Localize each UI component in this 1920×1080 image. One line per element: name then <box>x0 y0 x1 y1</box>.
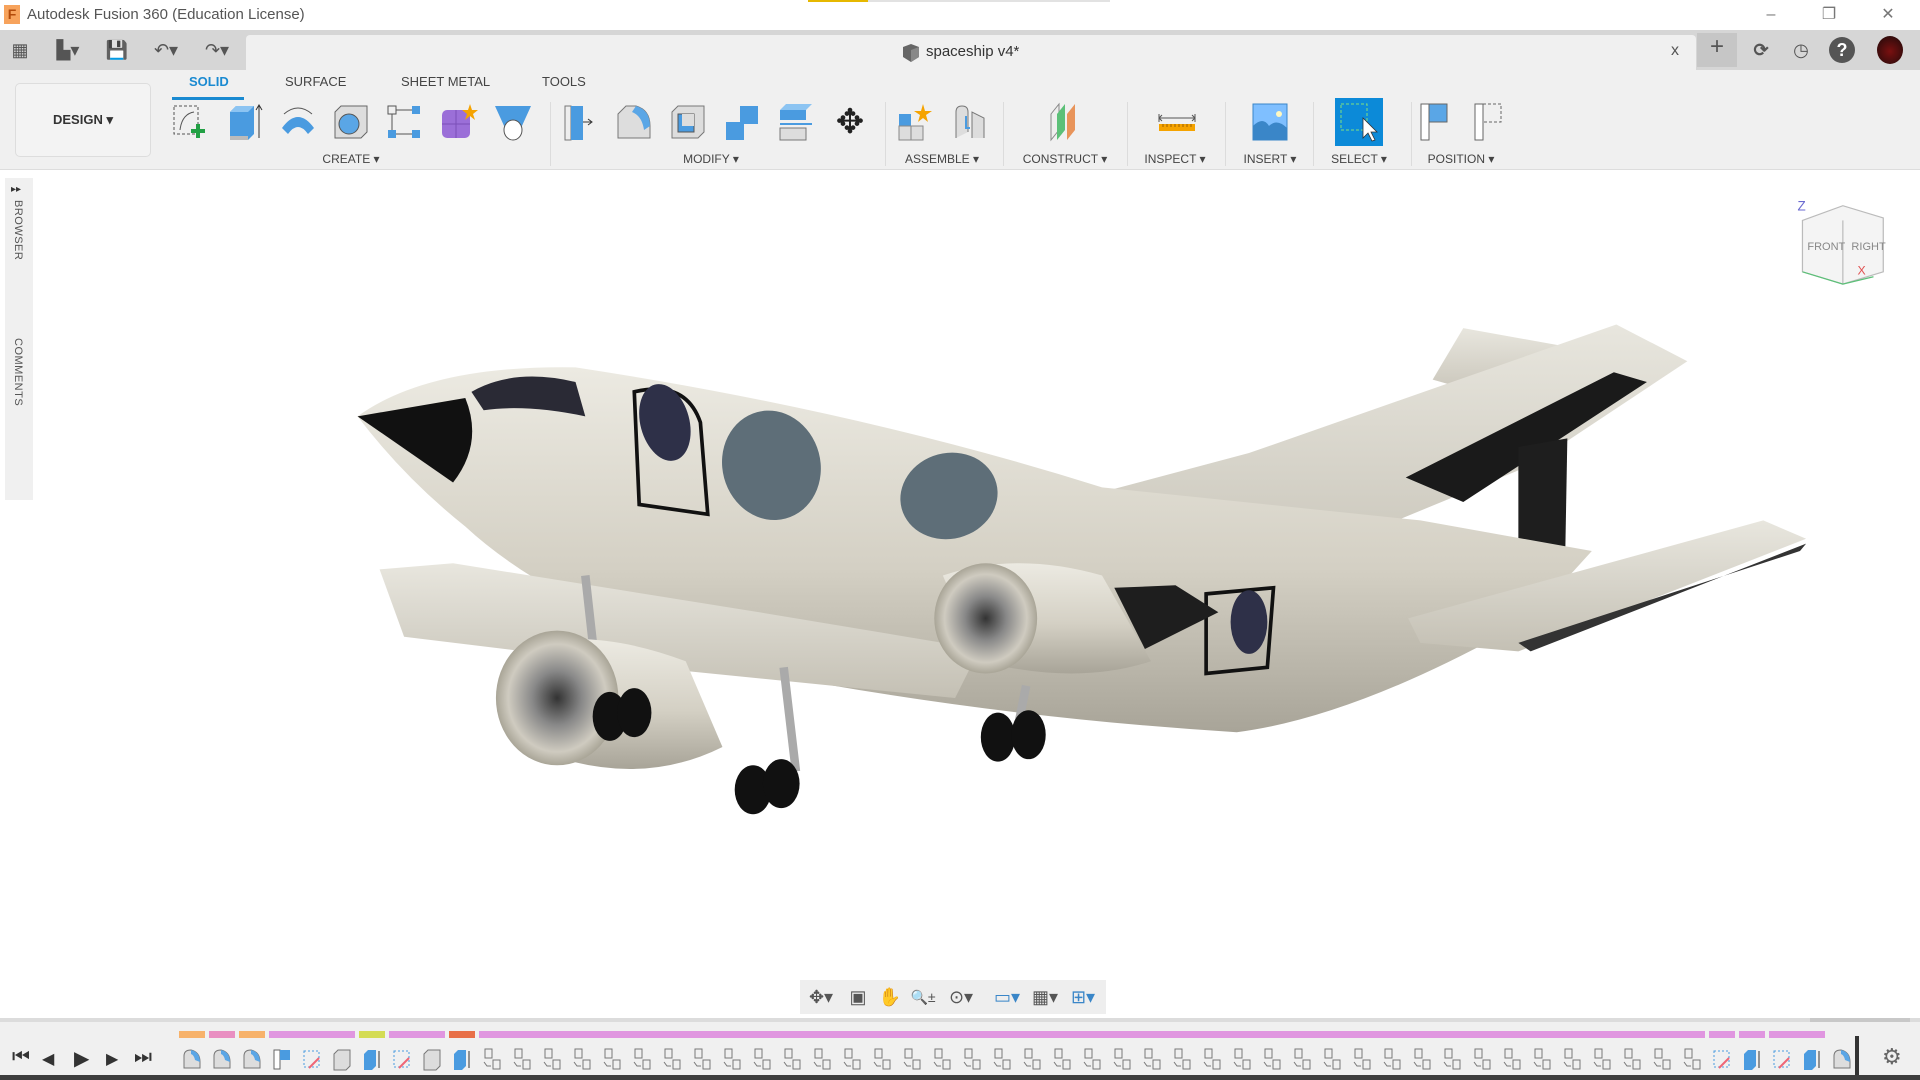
timeline-group-bar <box>269 1031 355 1038</box>
timeline-feature-move[interactable] <box>1591 1048 1613 1072</box>
timeline-feature-move[interactable] <box>1201 1048 1223 1072</box>
timeline-feature-fillet[interactable] <box>331 1048 353 1072</box>
timeline-feature-move[interactable] <box>1351 1048 1373 1072</box>
timeline-feature-move[interactable] <box>1231 1048 1253 1072</box>
timeline-group-bar <box>449 1031 475 1038</box>
timeline-feature-move[interactable] <box>541 1048 563 1072</box>
grid-settings-button[interactable]: ▦▾ <box>1028 984 1062 1010</box>
axis-z-label: Z <box>1798 199 1806 214</box>
status-strip <box>0 1075 1920 1080</box>
timeline-feature-move[interactable] <box>1381 1048 1403 1072</box>
look-at-button[interactable]: ▣ <box>844 984 872 1010</box>
timeline-settings-icon[interactable]: ⚙ <box>1882 1044 1902 1070</box>
timeline-feature-move[interactable] <box>1081 1048 1103 1072</box>
timeline-feature-move[interactable] <box>961 1048 983 1072</box>
timeline-feature-extrude[interactable] <box>451 1048 473 1072</box>
zoom-button[interactable]: 🔍± <box>906 984 940 1010</box>
previous-step-button[interactable]: ◀ <box>42 1049 54 1069</box>
timeline-feature-sketch[interactable] <box>301 1048 323 1072</box>
last-step-button[interactable]: ⏭ <box>134 1046 152 1069</box>
timeline-feature-move[interactable] <box>1051 1048 1073 1072</box>
timeline-feature-revolve[interactable] <box>211 1048 233 1072</box>
timeline-feature-move[interactable] <box>631 1048 653 1072</box>
timeline-feature-move[interactable] <box>1321 1048 1343 1072</box>
timeline-feature-move[interactable] <box>691 1048 713 1072</box>
timeline-feature-sketch[interactable] <box>391 1048 413 1072</box>
3d-viewport[interactable]: FRONT RIGHT Z X <box>0 0 1920 1080</box>
timeline-feature-move[interactable] <box>1141 1048 1163 1072</box>
play-button[interactable]: ▶ <box>74 1046 89 1071</box>
timeline-feature-move[interactable] <box>1681 1048 1703 1072</box>
timeline-feature-move[interactable] <box>1441 1048 1463 1072</box>
timeline-group-bar <box>479 1031 1705 1038</box>
timeline-group-bar <box>1709 1031 1735 1038</box>
timeline-group-bar <box>1739 1031 1765 1038</box>
timeline-feature-extrude[interactable] <box>1741 1048 1763 1072</box>
timeline: ⏮ ◀ ▶ ▶ ⏭ ⚙ <box>0 1018 1920 1080</box>
timeline-feature-move[interactable] <box>1531 1048 1553 1072</box>
fit-button[interactable]: ⊙▾ <box>942 984 980 1010</box>
next-step-button[interactable]: ▶ <box>106 1049 118 1069</box>
pan-button[interactable]: ✋ <box>876 984 904 1010</box>
orbit-button[interactable]: ✥▾ <box>802 984 840 1010</box>
timeline-feature-move[interactable] <box>1021 1048 1043 1072</box>
timeline-group-bar <box>209 1031 235 1038</box>
timeline-feature-move[interactable] <box>811 1048 833 1072</box>
timeline-feature-move[interactable] <box>1261 1048 1283 1072</box>
timeline-feature-extrude[interactable] <box>361 1048 383 1072</box>
timeline-feature-move[interactable] <box>871 1048 893 1072</box>
timeline-feature-move[interactable] <box>571 1048 593 1072</box>
timeline-group-bar <box>359 1031 385 1038</box>
timeline-feature-sketch[interactable] <box>1711 1048 1733 1072</box>
timeline-feature-split[interactable] <box>271 1048 293 1072</box>
viewcube-front[interactable]: FRONT <box>1807 241 1845 253</box>
axis-x-label: X <box>1858 263 1866 277</box>
viewports-button[interactable]: ⊞▾ <box>1066 984 1100 1010</box>
timeline-feature-move[interactable] <box>901 1048 923 1072</box>
timeline-feature-move[interactable] <box>781 1048 803 1072</box>
airplane-model[interactable] <box>357 324 1807 815</box>
timeline-feature-sketch[interactable] <box>1771 1048 1793 1072</box>
timeline-feature-move[interactable] <box>1501 1048 1523 1072</box>
timeline-feature-move[interactable] <box>1291 1048 1313 1072</box>
timeline-feature-move[interactable] <box>721 1048 743 1072</box>
timeline-feature-move[interactable] <box>601 1048 623 1072</box>
timeline-feature-move[interactable] <box>751 1048 773 1072</box>
timeline-feature-move[interactable] <box>511 1048 533 1072</box>
timeline-feature-move[interactable] <box>1471 1048 1493 1072</box>
timeline-feature-move[interactable] <box>1411 1048 1433 1072</box>
navigation-bar: ✥▾ ▣ ✋ 🔍± ⊙▾ ▭▾ ▦▾ ⊞▾ <box>800 980 1106 1014</box>
rear-window <box>1230 590 1268 654</box>
timeline-feature-move[interactable] <box>1561 1048 1583 1072</box>
timeline-scrollbar[interactable] <box>1810 1018 1910 1022</box>
first-step-button[interactable]: ⏮ <box>12 1046 30 1069</box>
timeline-feature-move[interactable] <box>1111 1048 1133 1072</box>
timeline-feature-move[interactable] <box>841 1048 863 1072</box>
timeline-feature-revolve[interactable] <box>241 1048 263 1072</box>
timeline-group-bar <box>239 1031 265 1038</box>
timeline-feature-move[interactable] <box>481 1048 503 1072</box>
timeline-feature-move[interactable] <box>1171 1048 1193 1072</box>
timeline-feature-move[interactable] <box>661 1048 683 1072</box>
timeline-feature-move[interactable] <box>1651 1048 1673 1072</box>
timeline-feature-revolve[interactable] <box>1831 1048 1853 1072</box>
timeline-feature-extrude[interactable] <box>1801 1048 1823 1072</box>
timeline-feature-revolve[interactable] <box>181 1048 203 1072</box>
timeline-feature-move[interactable] <box>931 1048 953 1072</box>
timeline-group-bar <box>179 1031 205 1038</box>
viewcube-right[interactable]: RIGHT <box>1851 241 1886 253</box>
timeline-marker[interactable] <box>1855 1036 1859 1078</box>
timeline-feature-fillet[interactable] <box>421 1048 443 1072</box>
display-settings-button[interactable]: ▭▾ <box>990 984 1024 1010</box>
timeline-feature-move[interactable] <box>991 1048 1013 1072</box>
timeline-group-bar <box>1769 1031 1825 1038</box>
timeline-feature-move[interactable] <box>1621 1048 1643 1072</box>
view-cube[interactable]: FRONT RIGHT Z X <box>1798 199 1886 285</box>
timeline-group-bar <box>389 1031 445 1038</box>
